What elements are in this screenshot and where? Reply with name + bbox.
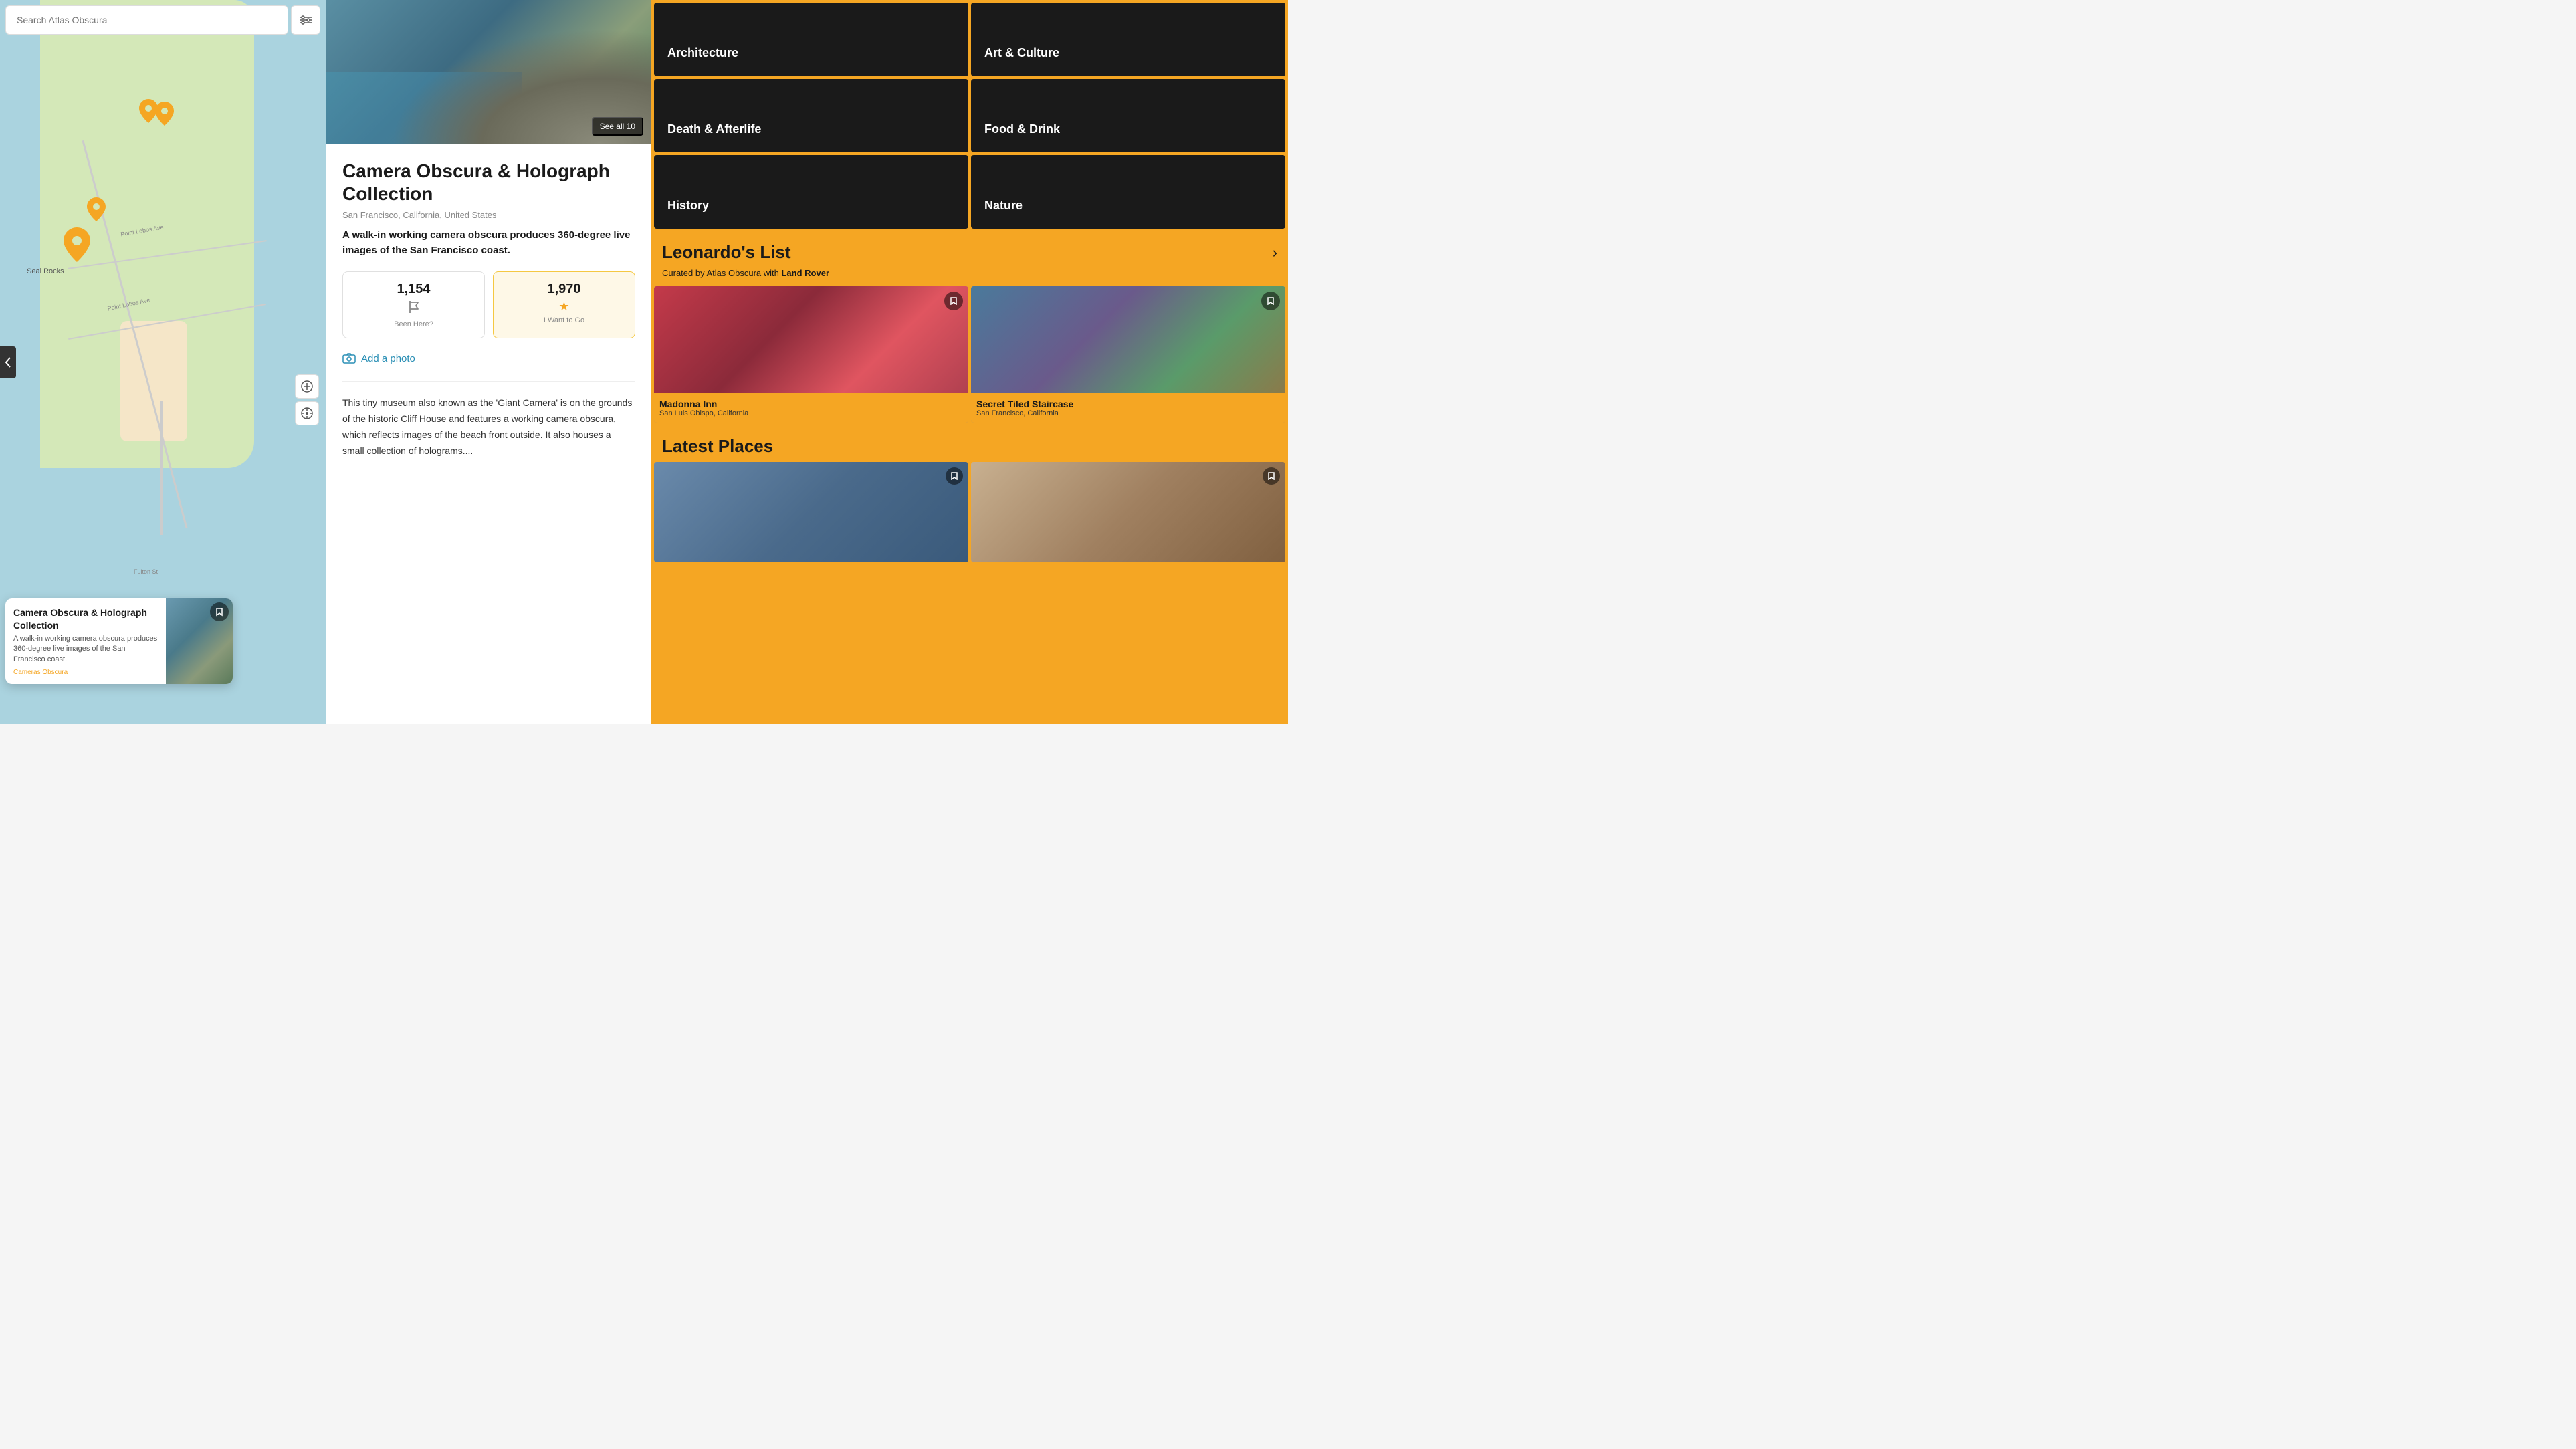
madonna-location: San Luis Obispo, California [659, 409, 963, 417]
staircase-location: San Francisco, California [976, 409, 1280, 417]
add-location-icon [301, 380, 313, 393]
staircase-name: Secret Tiled Staircase [976, 399, 1280, 409]
latest-places-cards [654, 462, 1285, 562]
curator-line: Curated by Atlas Obscura with Land Rover [651, 268, 1288, 286]
map-beach [120, 321, 187, 441]
detail-hero-image: See all 10 [326, 0, 651, 144]
latest-bookmark-1[interactable] [946, 467, 963, 485]
place-location: San Francisco, California, United States [342, 210, 635, 220]
map-controls [295, 374, 319, 425]
been-here-count: 1,154 [352, 282, 475, 297]
latest-card-1[interactable] [654, 462, 968, 562]
category-architecture[interactable]: Architecture [654, 3, 968, 76]
star-icon: ★ [503, 300, 625, 314]
categories-grid: Architecture Art & Culture Death & After… [651, 0, 1288, 231]
category-food-drink[interactable]: Food & Drink [971, 79, 1285, 152]
see-all-button[interactable]: See all 10 [592, 117, 643, 136]
bookmark-icon [1267, 297, 1275, 305]
map-road-4 [160, 401, 163, 535]
category-art-culture[interactable]: Art & Culture [971, 3, 1285, 76]
leonardos-list-header: Leonardo's List › [651, 231, 1288, 268]
category-nature[interactable]: Nature [971, 155, 1285, 229]
popup-description: A walk-in working camera obscura produce… [13, 634, 158, 665]
latest-bookmark-2[interactable] [1263, 467, 1280, 485]
madonna-info: Madonna Inn San Luis Obispo, California [654, 393, 968, 423]
list-card-staircase[interactable]: Secret Tiled Staircase San Francisco, Ca… [971, 286, 1285, 423]
curator-brand: Land Rover [781, 268, 829, 278]
bookmark-icon [950, 297, 958, 305]
crosshair-icon [301, 407, 313, 419]
sidebar: Architecture Art & Culture Death & After… [651, 0, 1288, 724]
detail-panel: See all 10 Camera Obscura & Holograph Co… [326, 0, 651, 724]
map-pin-2[interactable] [155, 102, 174, 129]
curator-text: Curated by Atlas Obscura with [662, 268, 779, 278]
crosshair-button[interactable] [295, 401, 319, 425]
leonardos-list-cards: Madonna Inn San Luis Obispo, California … [651, 286, 1288, 425]
filter-button[interactable] [291, 5, 320, 35]
been-here-card[interactable]: 1,154 Been Here? [342, 271, 485, 338]
staircase-image [971, 286, 1285, 393]
camera-icon [342, 352, 356, 365]
add-location-button[interactable] [295, 374, 319, 399]
flag-icon [352, 300, 475, 318]
map-left-toggle[interactable] [0, 346, 16, 378]
bookmark-icon [215, 607, 224, 617]
place-tagline: A walk-in working camera obscura produce… [342, 228, 635, 258]
add-photo-label: Add a photo [361, 353, 415, 364]
popup-bookmark-button[interactable] [210, 602, 229, 621]
category-death-afterlife[interactable]: Death & Afterlife [654, 79, 968, 152]
leonardos-list-title: Leonardo's List [662, 242, 791, 263]
map-label-seal-rocks: Seal Rocks [27, 267, 64, 275]
map-panel: Seal Rocks Point Lobos Ave Point Lobos A… [0, 0, 326, 724]
madonna-bookmark-button[interactable] [944, 292, 963, 310]
popup-text: Camera Obscura & Holograph Collection A … [5, 598, 166, 684]
search-bar [5, 5, 320, 35]
staircase-bookmark-button[interactable] [1261, 292, 1280, 310]
want-to-go-label: I Want to Go [503, 316, 625, 324]
map-pin-selected[interactable] [64, 227, 90, 265]
add-photo-button[interactable]: Add a photo [342, 352, 635, 365]
popup-image [166, 598, 233, 684]
want-to-go-card[interactable]: 1,970 ★ I Want to Go [493, 271, 635, 338]
latest-places-section: Latest Places [651, 425, 1288, 565]
leonardos-list-arrow[interactable]: › [1273, 244, 1277, 261]
latest-places-title: Latest Places [654, 428, 1285, 462]
stats-row: 1,154 Been Here? 1,970 ★ I Want to Go [342, 271, 635, 338]
search-input[interactable] [5, 5, 288, 35]
want-to-go-count: 1,970 [503, 282, 625, 297]
divider [342, 381, 635, 382]
latest-card-2[interactable] [971, 462, 1285, 562]
madonna-inn-image [654, 286, 968, 393]
been-here-label: Been Here? [352, 320, 475, 328]
chevron-left-icon [5, 356, 11, 368]
list-card-madonna[interactable]: Madonna Inn San Luis Obispo, California [654, 286, 968, 423]
popup-tag: Cameras Obscura [13, 669, 158, 676]
detail-content: Camera Obscura & Holograph Collection Sa… [326, 144, 651, 475]
map-pin-3[interactable] [87, 197, 106, 225]
map-background[interactable]: Seal Rocks Point Lobos Ave Point Lobos A… [0, 0, 326, 724]
bookmark-icon [1267, 472, 1275, 480]
place-title: Camera Obscura & Holograph Collection [342, 160, 635, 205]
popup-title: Camera Obscura & Holograph Collection [13, 606, 158, 631]
staircase-info: Secret Tiled Staircase San Francisco, Ca… [971, 393, 1285, 423]
bookmark-icon [950, 472, 958, 480]
map-location-popup[interactable]: Camera Obscura & Holograph Collection A … [5, 598, 233, 684]
category-history[interactable]: History [654, 155, 968, 229]
place-description: This tiny museum also known as the 'Gian… [342, 395, 635, 459]
madonna-name: Madonna Inn [659, 399, 963, 409]
filter-icon [300, 14, 312, 26]
